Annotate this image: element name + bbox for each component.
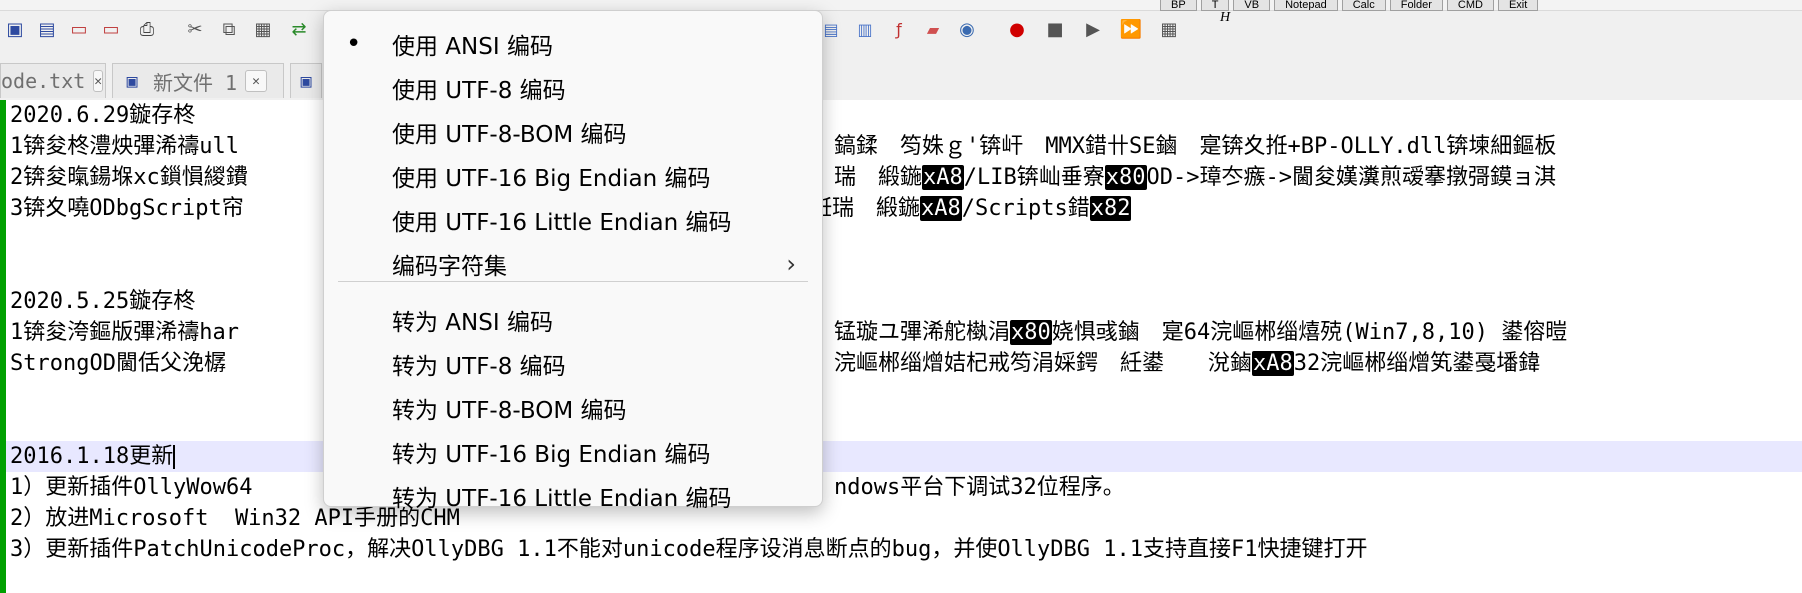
control-char-badge: xA8 xyxy=(1252,351,1294,376)
undo-icon[interactable]: ⇄ xyxy=(284,14,314,44)
close-all-icon[interactable]: ▭ xyxy=(96,14,126,44)
save-macro-icon[interactable]: ▦ xyxy=(1154,14,1184,44)
control-char-badge: xA8 xyxy=(922,165,964,190)
tab-ode-txt[interactable]: ode.txt ✕ xyxy=(0,63,106,98)
control-char-badge: x80 xyxy=(1104,165,1147,190)
menu-separator xyxy=(338,281,808,282)
play-macro-icon[interactable]: ▶ xyxy=(1078,14,1108,44)
menu-item-convert-utf8[interactable]: 转为 UTF-8 编码 xyxy=(324,343,822,385)
save-all-icon[interactable]: ▤ xyxy=(32,14,62,44)
save-icon[interactable]: ▣ xyxy=(0,14,30,44)
editor-line-current: 2016.1.18更新 xyxy=(6,441,1802,472)
editor-line: 1）更新插件OllyWow64 ndows平台下调试32位程序。 xyxy=(10,475,1125,500)
close-icon[interactable]: ✕ xyxy=(245,70,268,92)
tab-bar: ode.txt ✕ ▣ 新文件 1 ✕ ▣ xyxy=(0,60,1802,100)
function-icon[interactable]: ƒ xyxy=(884,14,914,44)
editor-line: 3）更新插件PatchUnicodeProc，解决OllyDBG 1.1不能对u… xyxy=(10,537,1368,562)
tab-label: ode.txt xyxy=(1,69,86,93)
quick-button-cmd[interactable]: CMD xyxy=(1446,0,1494,11)
control-char-badge: x82 xyxy=(1089,196,1132,221)
menu-item-use-utf8[interactable]: 使用 UTF-8 编码 xyxy=(324,67,822,109)
copy-icon[interactable]: ⧉ xyxy=(214,14,244,44)
editor-line: 1锛夋柊澧炴彃浠禱ull 鎬鍒 笉姝ｇ'锛屽 MMX錯卄SE鏀 寔锛夊拰+BP-O… xyxy=(10,134,1557,159)
menu-item-use-utf16-be[interactable]: 使用 UTF-16 Big Endian 编码 xyxy=(324,155,822,197)
close-file-icon[interactable]: ▭ xyxy=(64,14,94,44)
menu-item-convert-ansi[interactable]: 转为 ANSI 编码 xyxy=(324,299,822,341)
toolbar: ▣ ▤ ▭ ▭ ⎙ ✂ ⧉ ▦ ⇄ ▤ ▥ ƒ ▰ ◉ ● ■ ▶ ⏩ ▦ BP… xyxy=(0,0,1802,61)
quick-button-vb[interactable]: VB xyxy=(1233,0,1271,11)
tab-active[interactable]: ▣ xyxy=(290,63,322,98)
editor-line: 2020.5.25鏇存柊 xyxy=(10,289,196,314)
menu-item-use-ansi[interactable]: • 使用 ANSI 编码 xyxy=(324,23,822,65)
folder-workspace-icon[interactable]: ▰ xyxy=(918,14,948,44)
function-list-icon[interactable]: ▥ xyxy=(850,14,880,44)
tab-label: 新文件 1 xyxy=(153,70,238,95)
paste-icon[interactable]: ▦ xyxy=(248,14,278,44)
record-macro-icon[interactable]: ● xyxy=(1002,14,1032,44)
text-editor[interactable]: 2020.6.29鏇存柊 1锛夋柊澧炴彃浠禱ull 鎬鍒 笉姝ｇ'锛屽 MMX錯卄… xyxy=(0,100,1802,593)
text-cursor xyxy=(173,445,176,469)
editor-line: 3锛夊嘵ODbgScript帘 拰瑞 緞鍦xA8/Scripts錯x82 xyxy=(10,196,1132,221)
control-char-badge: xA8 xyxy=(920,196,962,221)
menu-item-use-utf16-le[interactable]: 使用 UTF-16 Little Endian 编码 xyxy=(324,199,822,241)
editor-line: 2020.6.29鏇存柊 xyxy=(10,103,196,128)
cut-icon[interactable]: ✂ xyxy=(180,14,210,44)
stop-recording-icon[interactable]: ■ xyxy=(1040,14,1070,44)
encoding-menu: • 使用 ANSI 编码 使用 UTF-8 编码 使用 UTF-8-BOM 编码… xyxy=(323,10,823,512)
caret-mark: H xyxy=(1220,10,1231,25)
quick-button-bp[interactable]: BP xyxy=(1160,0,1197,11)
menu-item-use-utf8-bom[interactable]: 使用 UTF-8-BOM 编码 xyxy=(324,111,822,153)
editor-line: StrongOD閫佸父浼樼 浣嶇郴缁熷姞杞戒笉涓婇鍔 紝鍙 涗鏀xA832浣嶇郴缁… xyxy=(10,351,1541,376)
menu-item-convert-utf16-le[interactable]: 转为 UTF-16 Little Endian 编码 xyxy=(324,475,822,517)
save-icon: ▣ xyxy=(126,70,138,92)
quick-button-folder[interactable]: Folder xyxy=(1389,0,1443,11)
control-char-badge: x80 xyxy=(1010,320,1052,345)
quick-button-calc[interactable]: Calc xyxy=(1341,0,1386,11)
editor-line: 1锛夋洿鏂版彃浠禱har 锰璇ユ彃浠舵槸涓x80娆惧彧鏀 寔64浣嶇郴缁熺殑(Wi… xyxy=(10,320,1568,345)
menu-item-convert-utf16-be[interactable]: 转为 UTF-16 Big Endian 编码 xyxy=(324,431,822,473)
menu-item-charset[interactable]: 编码字符集 › xyxy=(324,243,822,285)
tab-new-file-1[interactable]: ▣ 新文件 1 ✕ xyxy=(112,63,284,98)
chevron-right-icon: › xyxy=(786,250,796,278)
run-macro-multiple-icon[interactable]: ⏩ xyxy=(1116,14,1146,44)
quick-launch-buttons: BP T VB Notepad Calc Folder CMD Exit xyxy=(1160,0,1539,12)
print-icon[interactable]: ⎙ xyxy=(132,14,162,44)
save-icon: ▣ xyxy=(300,70,312,92)
quick-button-exit[interactable]: Exit xyxy=(1497,0,1539,11)
menu-item-convert-utf8-bom[interactable]: 转为 UTF-8-BOM 编码 xyxy=(324,387,822,429)
close-icon[interactable]: ✕ xyxy=(93,70,104,92)
editor-line: 2锛夋暣鍚堢xc鎻愪緵鐨瑞 緞鍦xA8/LIB锛屾垂寮x80OD->璋冭瘯->閫… xyxy=(10,165,1556,190)
selected-bullet-icon: • xyxy=(346,29,362,59)
quick-button-notepad[interactable]: Notepad xyxy=(1274,0,1338,11)
monitoring-eye-icon[interactable]: ◉ xyxy=(952,14,982,44)
